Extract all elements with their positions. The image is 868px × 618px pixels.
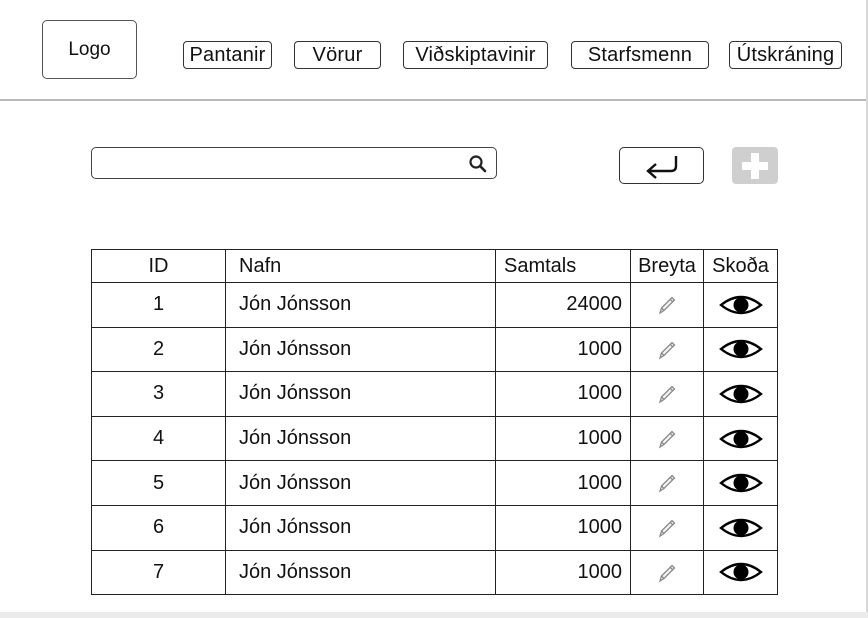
eye-icon [718,295,763,314]
row-total: 24000 [495,282,631,328]
edit-button[interactable] [630,415,704,462]
column-header-edit: Breyta [630,249,704,283]
row-name: Jón Jónsson [225,371,496,417]
pencil-icon [658,341,676,360]
row-id: 3 [91,371,226,417]
row-id: 2 [91,326,226,373]
eye-icon [718,340,763,359]
column-header-view: Skoða [703,249,778,283]
pencil-icon [658,430,676,449]
return-arrow-icon [645,155,677,179]
edit-button[interactable] [630,460,704,506]
plus-icon [742,152,768,179]
nav-starfsmenn[interactable]: Starfsmenn [571,41,709,69]
table-row: 3 Jón Jónsson 1000 [91,371,778,417]
nav-pantanir[interactable]: Pantanir [183,41,272,69]
table-row: 2 Jón Jónsson 1000 [91,326,778,373]
eye-icon [718,429,763,448]
edit-button[interactable] [630,504,704,551]
page: Logo Pantanir Vörur Viðskiptavinir Starf… [0,0,868,612]
row-name: Jón Jónsson [225,415,496,462]
view-button[interactable] [703,371,778,417]
row-name: Jón Jónsson [225,326,496,373]
row-id: 6 [91,504,226,551]
edit-button[interactable] [630,549,704,596]
row-total: 1000 [495,504,631,551]
row-id: 5 [91,460,226,506]
view-button[interactable] [703,415,778,462]
pencil-icon [658,474,676,493]
pencil-icon [658,385,676,404]
view-button[interactable] [703,460,778,506]
row-id: 1 [91,282,226,328]
back-button[interactable] [619,147,704,184]
view-button[interactable] [703,326,778,373]
eye-icon [718,473,763,493]
table-row: 7 Jón Jónsson 1000 [91,549,778,596]
row-id: 4 [91,415,226,462]
orders-table: ID Nafn Samtals Breyta Skoða 1 Jón Jónsso… [91,249,778,596]
pencil-icon [658,519,676,538]
nav-vidskiptavinir[interactable]: Viðskiptavinir [403,41,548,69]
view-button[interactable] [703,549,778,596]
table-row: 1 Jón Jónsson 24000 [91,282,778,328]
row-id: 7 [91,549,226,596]
pencil-icon [658,296,676,315]
row-name: Jón Jónsson [225,282,496,328]
edit-button[interactable] [630,282,704,328]
nav-vorur[interactable]: Vörur [294,41,381,69]
edit-button[interactable] [630,326,704,373]
table-row: 5 Jón Jónsson 1000 [91,460,778,506]
row-name: Jón Jónsson [225,549,496,596]
eye-icon [718,518,763,537]
row-name: Jón Jónsson [225,504,496,551]
edit-button[interactable] [630,371,704,417]
eye-icon [718,563,763,582]
view-button[interactable] [703,504,778,551]
row-total: 1000 [495,326,631,373]
eye-icon [718,384,763,404]
column-header-name: Nafn [225,249,496,283]
table-row: 4 Jón Jónsson 1000 [91,415,778,462]
row-total: 1000 [495,549,631,596]
nav-utskraning[interactable]: Útskráning [729,41,842,69]
row-total: 1000 [495,415,631,462]
logo: Logo [42,20,137,79]
row-name: Jón Jónsson [225,460,496,506]
row-total: 1000 [495,460,631,506]
view-button[interactable] [703,282,778,328]
search-icon[interactable] [468,154,488,174]
header: Logo Pantanir Vörur Viðskiptavinir Starf… [0,0,866,101]
search-input[interactable] [91,147,497,179]
column-header-id: ID [91,249,226,283]
row-total: 1000 [495,371,631,417]
table-header-row: ID Nafn Samtals Breyta Skoða [91,249,778,283]
pencil-icon [658,564,676,583]
column-header-total: Samtals [495,249,631,283]
add-button[interactable] [732,147,778,184]
table-row: 6 Jón Jónsson 1000 [91,504,778,551]
